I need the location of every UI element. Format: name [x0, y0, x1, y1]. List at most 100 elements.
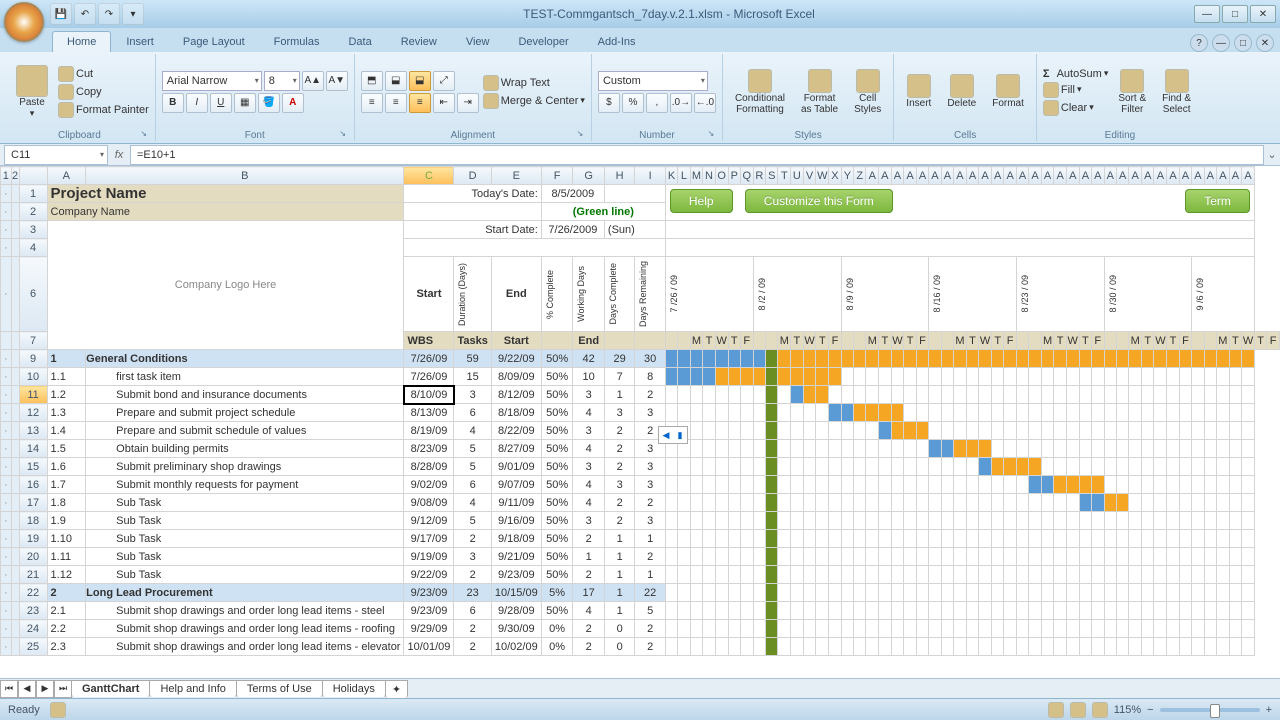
- tab-view[interactable]: View: [452, 32, 504, 52]
- undo-icon[interactable]: ↶: [74, 3, 96, 25]
- zoom-slider[interactable]: [1160, 708, 1260, 712]
- align-bottom-icon[interactable]: ⬓: [409, 71, 431, 91]
- office-button[interactable]: [4, 2, 44, 42]
- title-bar: 💾 ↶ ↷ ▾ TEST-Commgantsch_7day.v.2.1.xlsm…: [0, 0, 1280, 28]
- tab-addins[interactable]: Add-Ins: [584, 32, 650, 52]
- formula-bar: C11 fx =E10+1 ⌄: [0, 144, 1280, 166]
- italic-button[interactable]: I: [186, 93, 208, 113]
- qat-customize-icon[interactable]: ▾: [122, 3, 144, 25]
- tab-page-layout[interactable]: Page Layout: [169, 32, 259, 52]
- autosum-button[interactable]: Σ AutoSum ▾: [1043, 68, 1108, 80]
- cut-button[interactable]: Cut: [58, 66, 149, 82]
- number-format-combo[interactable]: Custom: [598, 71, 708, 91]
- formula-input[interactable]: =E10+1: [130, 145, 1264, 165]
- sheet-tab-help[interactable]: Help and Info: [149, 680, 236, 697]
- shrink-font-icon[interactable]: A▼: [326, 71, 348, 91]
- restore-ribbon-icon[interactable]: □: [1234, 34, 1252, 52]
- ribbon: Paste▾ Cut Copy Format Painter Clipboard…: [0, 52, 1280, 144]
- zoom-out-icon[interactable]: −: [1147, 704, 1153, 716]
- insert-button[interactable]: Insert: [900, 72, 937, 111]
- format-as-table-button[interactable]: Format as Table: [795, 67, 844, 117]
- close-doc-icon[interactable]: ✕: [1256, 34, 1274, 52]
- tab-review[interactable]: Review: [387, 32, 451, 52]
- clipboard-dialog-icon[interactable]: ↘: [139, 129, 149, 139]
- view-layout-icon[interactable]: [1070, 702, 1086, 718]
- zoom-in-icon[interactable]: +: [1266, 704, 1272, 716]
- align-right-icon[interactable]: ≡: [409, 93, 431, 113]
- gantt-scroll[interactable]: ◀▮: [658, 426, 688, 444]
- align-top-icon[interactable]: ⬒: [361, 71, 383, 91]
- copy-button[interactable]: Copy: [58, 84, 149, 100]
- sheet-tab-terms[interactable]: Terms of Use: [236, 680, 323, 697]
- decrease-indent-icon[interactable]: ⇤: [433, 93, 455, 113]
- tab-formulas[interactable]: Formulas: [260, 32, 334, 52]
- cell-styles-button[interactable]: Cell Styles: [848, 67, 887, 117]
- macro-record-icon[interactable]: [50, 702, 66, 718]
- font-dialog-icon[interactable]: ↘: [338, 129, 348, 139]
- save-icon[interactable]: 💾: [50, 3, 72, 25]
- view-break-icon[interactable]: [1092, 702, 1108, 718]
- fill-button[interactable]: Fill ▾: [1043, 82, 1108, 98]
- border-button[interactable]: ▦: [234, 93, 256, 113]
- tab-insert[interactable]: Insert: [112, 32, 168, 52]
- number-group-label: Number: [639, 130, 675, 141]
- close-button[interactable]: ✕: [1250, 5, 1276, 23]
- accounting-icon[interactable]: $: [598, 93, 620, 113]
- minimize-ribbon-icon[interactable]: —: [1212, 34, 1230, 52]
- find-select-button[interactable]: Find & Select: [1156, 67, 1197, 117]
- tab-home[interactable]: Home: [52, 31, 111, 52]
- cells-group-label: Cells: [900, 127, 1030, 141]
- view-normal-icon[interactable]: [1048, 702, 1064, 718]
- align-center-icon[interactable]: ≡: [385, 93, 407, 113]
- orientation-icon[interactable]: ⤢: [433, 71, 455, 91]
- new-sheet-icon[interactable]: ✦: [385, 680, 408, 698]
- format-button[interactable]: Format: [986, 72, 1030, 111]
- align-middle-icon[interactable]: ⬓: [385, 71, 407, 91]
- customize-button[interactable]: Customize this Form: [745, 189, 893, 213]
- tab-data[interactable]: Data: [334, 32, 385, 52]
- sheet-tab-gantt[interactable]: GanttChart: [71, 680, 150, 697]
- help-button[interactable]: Help: [670, 189, 733, 213]
- grow-font-icon[interactable]: A▲: [302, 71, 324, 91]
- wrap-text-button[interactable]: Wrap Text: [483, 75, 585, 91]
- percent-icon[interactable]: %: [622, 93, 644, 113]
- fx-icon[interactable]: fx: [108, 149, 130, 161]
- increase-decimal-icon[interactable]: .0→: [670, 93, 692, 113]
- comma-icon[interactable]: ,: [646, 93, 668, 113]
- scroll-handle[interactable]: ▮: [673, 427, 687, 443]
- font-size-combo[interactable]: 8: [264, 71, 300, 91]
- sheet-tab-holidays[interactable]: Holidays: [322, 680, 386, 697]
- tab-first-icon[interactable]: ⏮: [0, 680, 18, 698]
- clear-button[interactable]: Clear ▾: [1043, 100, 1108, 116]
- minimize-button[interactable]: —: [1194, 5, 1220, 23]
- sort-filter-button[interactable]: Sort & Filter: [1112, 67, 1152, 117]
- expand-formula-icon[interactable]: ⌄: [1264, 148, 1280, 161]
- paste-button[interactable]: Paste▾: [10, 63, 54, 121]
- align-left-icon[interactable]: ≡: [361, 93, 383, 113]
- help-icon[interactable]: ?: [1190, 34, 1208, 52]
- increase-indent-icon[interactable]: ⇥: [457, 93, 479, 113]
- alignment-dialog-icon[interactable]: ↘: [575, 129, 585, 139]
- term-button[interactable]: Term: [1185, 189, 1250, 213]
- tab-last-icon[interactable]: ⏭: [54, 680, 72, 698]
- font-name-combo[interactable]: Arial Narrow: [162, 71, 262, 91]
- conditional-formatting-button[interactable]: Conditional Formatting: [729, 67, 791, 117]
- underline-button[interactable]: U: [210, 93, 232, 113]
- merge-center-button[interactable]: Merge & Center ▾: [483, 93, 585, 109]
- format-painter-button[interactable]: Format Painter: [58, 102, 149, 118]
- delete-button[interactable]: Delete: [941, 72, 982, 111]
- tab-prev-icon[interactable]: ◀: [18, 680, 36, 698]
- fill-color-button[interactable]: 🪣: [258, 93, 280, 113]
- decrease-decimal-icon[interactable]: ←.0: [694, 93, 716, 113]
- tab-developer[interactable]: Developer: [504, 32, 582, 52]
- name-box[interactable]: C11: [4, 145, 108, 165]
- worksheet[interactable]: 12ABCDEFGHIKLMNOPQRSTUVWXYZAAAAAAAAAAAAA…: [0, 166, 1280, 678]
- scroll-left-icon[interactable]: ◀: [659, 427, 673, 443]
- bold-button[interactable]: B: [162, 93, 184, 113]
- font-color-button[interactable]: A: [282, 93, 304, 113]
- maximize-button[interactable]: □: [1222, 5, 1248, 23]
- tab-next-icon[interactable]: ▶: [36, 680, 54, 698]
- number-dialog-icon[interactable]: ↘: [706, 129, 716, 139]
- zoom-level[interactable]: 115%: [1114, 704, 1141, 716]
- redo-icon[interactable]: ↷: [98, 3, 120, 25]
